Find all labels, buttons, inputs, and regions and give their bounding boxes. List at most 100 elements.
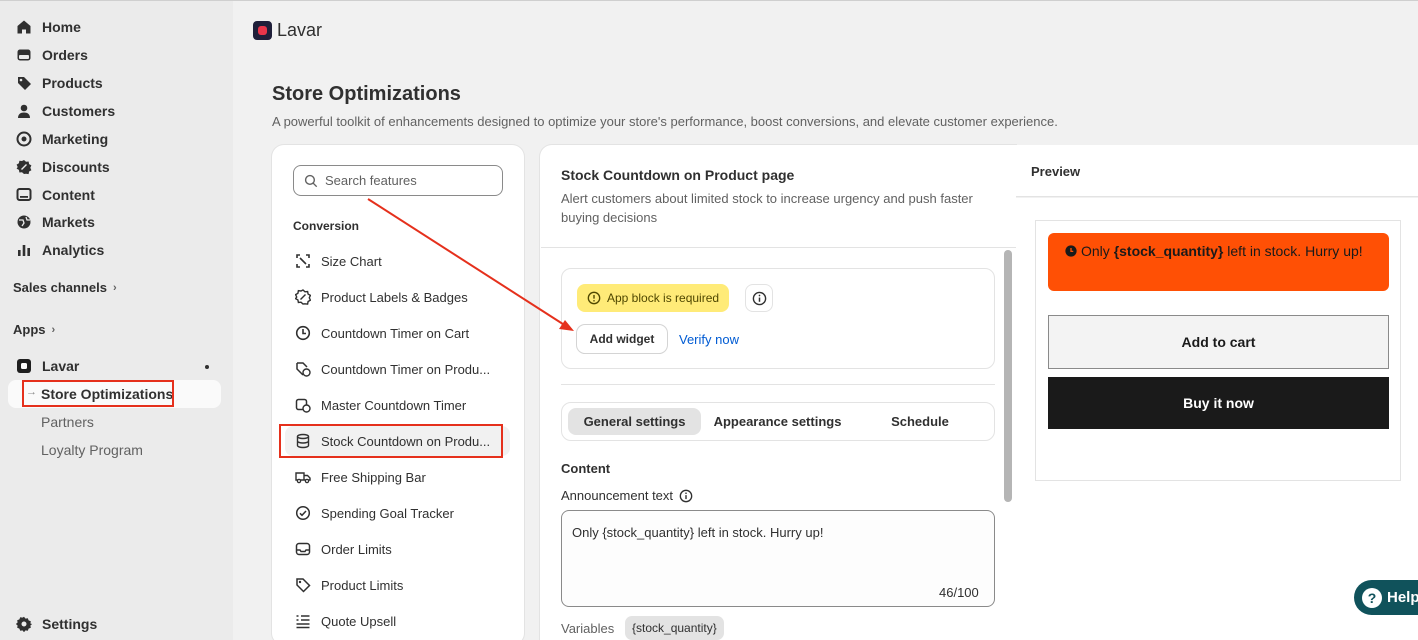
- annotation-highlight-box: [22, 380, 174, 407]
- search-input[interactable]: Search features: [293, 165, 503, 196]
- truck-icon: [295, 469, 311, 485]
- nav-discounts[interactable]: Discounts: [8, 154, 221, 180]
- feature-label: Spending Goal Tracker: [321, 505, 454, 521]
- gear-icon: [16, 616, 32, 632]
- nav-label: Discounts: [42, 159, 110, 175]
- lavar-logo-icon: [253, 21, 272, 40]
- add-widget-button[interactable]: Add widget: [577, 325, 667, 353]
- feature-item-countdown-cart[interactable]: Countdown Timer on Cart: [285, 318, 510, 348]
- nav-label: Marketing: [42, 131, 109, 147]
- tab-general-settings[interactable]: General settings: [568, 408, 701, 435]
- nav-app-lavar[interactable]: Lavar: [8, 353, 221, 379]
- feature-item-quote-upsell[interactable]: Quote Upsell: [285, 606, 510, 636]
- warning-text: App block is required: [607, 291, 720, 305]
- settings-description: Alert customers about limited stock to i…: [561, 191, 973, 225]
- globe-icon: [16, 214, 32, 230]
- nav-analytics[interactable]: Analytics: [8, 237, 221, 263]
- page-subtitle: A powerful toolkit of enhancements desig…: [272, 114, 1058, 129]
- question-icon: ?: [1362, 587, 1382, 608]
- nav-label: Orders: [42, 47, 88, 63]
- feature-item-spending-goal[interactable]: Spending Goal Tracker: [285, 498, 510, 528]
- nav-content[interactable]: Content: [8, 182, 221, 208]
- ruler-icon: [295, 253, 311, 269]
- content-icon: [16, 187, 32, 203]
- lavar-app-icon: [16, 358, 32, 374]
- info-icon: [752, 291, 766, 305]
- scrollbar-thumb[interactable]: [1004, 250, 1012, 502]
- nav-label: Customers: [42, 103, 116, 119]
- page-title: Store Optimizations: [272, 83, 461, 105]
- badge-icon: [295, 289, 311, 305]
- top-divider: [0, 0, 1418, 1]
- nav-settings[interactable]: Settings: [8, 611, 221, 637]
- warning-badge: App block is required: [577, 284, 730, 312]
- announcement-value: Only {stock_quantity} left in stock. Hur…: [572, 525, 824, 540]
- verify-now-link[interactable]: Verify now: [679, 332, 739, 347]
- chevron-right-icon: ›: [51, 323, 56, 336]
- announcement-label: Announcement text: [561, 488, 693, 503]
- feature-label: Order Limits: [321, 541, 392, 557]
- nav-products[interactable]: Products: [8, 70, 221, 96]
- orders-icon: [16, 47, 32, 63]
- announcement-label-text: Announcement text: [561, 488, 674, 503]
- clock-icon: [1065, 245, 1077, 257]
- feature-item-countdown-product[interactable]: Countdown Timer on Produ...: [285, 354, 510, 384]
- list-icon: [295, 613, 311, 629]
- info-icon[interactable]: [679, 489, 693, 503]
- nav-label: Home: [42, 19, 81, 35]
- buy-it-now-button[interactable]: Buy it now: [1048, 377, 1389, 429]
- feature-item-free-shipping[interactable]: Free Shipping Bar: [285, 462, 510, 492]
- help-button[interactable]: ? Help: [1354, 580, 1418, 615]
- info-button[interactable]: [745, 284, 773, 312]
- app-title: Lavar: [277, 20, 323, 40]
- char-counter: 46/100: [939, 585, 979, 600]
- feature-item-master-countdown[interactable]: Master Countdown Timer: [285, 390, 510, 420]
- nav-label: Lavar: [42, 358, 80, 374]
- sales-channels-heading[interactable]: Sales channels ›: [13, 280, 117, 295]
- top-bar: [233, 0, 1418, 58]
- divider: [541, 247, 1016, 248]
- preview-title: Preview: [1031, 164, 1081, 179]
- sidebar-item-partners[interactable]: Partners: [41, 414, 94, 430]
- alert-text-suffix: left in stock. Hurry up!: [1223, 243, 1363, 259]
- feature-label: Countdown Timer on Cart: [321, 325, 470, 341]
- discount-icon: [16, 159, 32, 175]
- feature-item-order-limits[interactable]: Order Limits: [285, 534, 510, 564]
- feature-label: Master Countdown Timer: [321, 397, 467, 413]
- alert-variable: {stock_quantity}: [1113, 243, 1224, 259]
- feature-label: Quote Upsell: [321, 613, 397, 629]
- nav-customers[interactable]: Customers: [8, 98, 221, 124]
- nav-marketing[interactable]: Marketing: [8, 126, 221, 152]
- calendar-clock-icon: [295, 397, 311, 413]
- chevron-right-icon: ›: [112, 281, 117, 294]
- feature-item-size-chart[interactable]: Size Chart: [285, 246, 510, 276]
- alert-text-prefix: Only: [1081, 243, 1114, 259]
- tag-clock-icon: [295, 361, 311, 377]
- check-circle-icon: [295, 505, 311, 521]
- feature-label: Size Chart: [321, 253, 382, 269]
- search-icon: [304, 174, 318, 187]
- warning-icon: [587, 291, 601, 305]
- search-placeholder: Search features: [325, 173, 417, 188]
- add-to-cart-button[interactable]: Add to cart: [1048, 315, 1389, 369]
- feature-label: Product Labels & Badges: [321, 289, 468, 305]
- feature-item-product-limits[interactable]: Product Limits: [285, 570, 510, 600]
- tab-appearance-settings[interactable]: Appearance settings: [706, 408, 849, 435]
- tab-schedule[interactable]: Schedule: [855, 408, 985, 435]
- target-icon: [16, 131, 32, 147]
- chart-icon: [16, 242, 32, 258]
- nav-home[interactable]: Home: [8, 14, 221, 40]
- nav-orders[interactable]: Orders: [8, 42, 221, 68]
- tag-icon: [16, 75, 32, 91]
- divider: [561, 384, 995, 385]
- apps-heading[interactable]: Apps ›: [13, 322, 55, 337]
- sidebar-item-loyalty-program[interactable]: Loyalty Program: [41, 442, 143, 458]
- pin-dot-icon: [205, 365, 209, 369]
- nav-markets[interactable]: Markets: [8, 209, 221, 235]
- apps-label: Apps: [13, 322, 46, 337]
- nav-label: Content: [42, 187, 95, 203]
- clock-icon: [295, 325, 311, 341]
- variable-chip[interactable]: {stock_quantity}: [625, 616, 724, 640]
- sidebar: Home Orders Products Customers Marketing…: [0, 0, 233, 640]
- feature-item-product-labels[interactable]: Product Labels & Badges: [285, 282, 510, 312]
